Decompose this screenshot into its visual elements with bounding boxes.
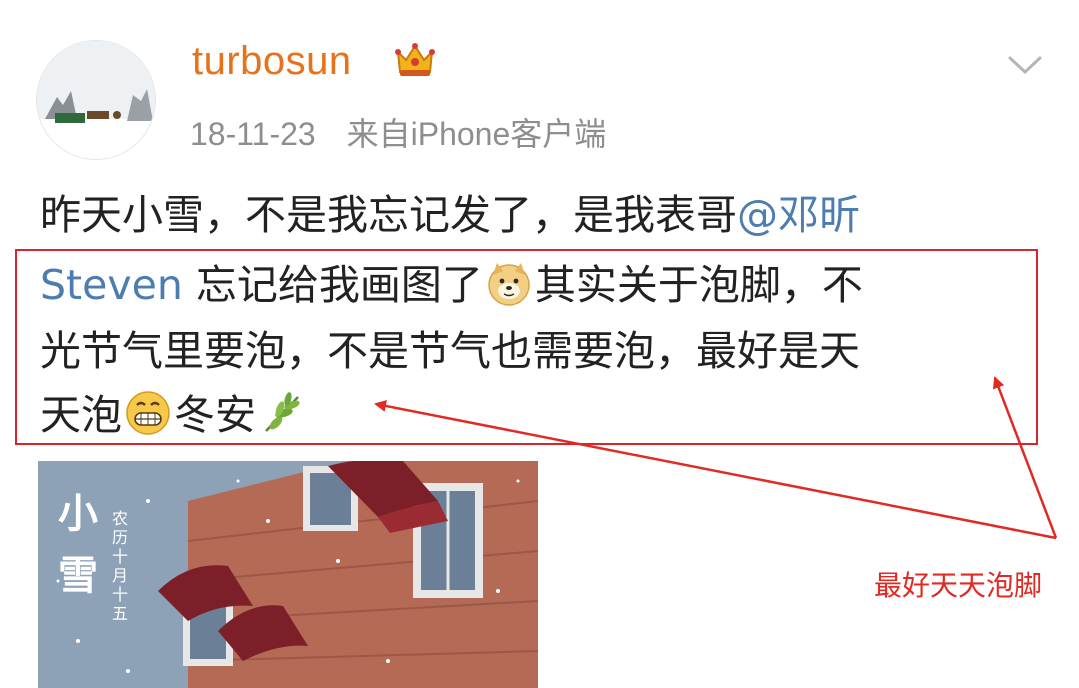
avatar-image <box>37 41 155 159</box>
annotation-label: 最好天天泡脚 <box>874 569 1043 602</box>
post-text-line-1: 昨天小雪，不是我忘记发了，是我表哥@邓昕 <box>40 188 860 242</box>
chevron-down-icon[interactable] <box>1006 52 1044 80</box>
avatar[interactable] <box>36 40 156 160</box>
username[interactable]: turbosun <box>192 36 352 86</box>
post-meta: 18-11-23 来自iPhone客户端 <box>190 112 606 156</box>
poster-title: 雪 <box>58 552 98 599</box>
poster-title: 小 <box>58 490 98 537</box>
post-text-segment: 昨天小雪，不是我忘记发了，是我表哥 <box>40 191 737 239</box>
highlight-box <box>15 249 1038 445</box>
poster-subtitle: 农历十月十五 <box>112 509 129 623</box>
post-date: 18-11-23 <box>190 116 316 152</box>
crown-icon <box>392 38 438 84</box>
post-source[interactable]: 来自iPhone客户端 <box>347 116 607 152</box>
mention-link[interactable]: @邓昕 <box>737 191 860 239</box>
post-image[interactable]: 小 雪 农历十月十五 <box>38 461 538 688</box>
